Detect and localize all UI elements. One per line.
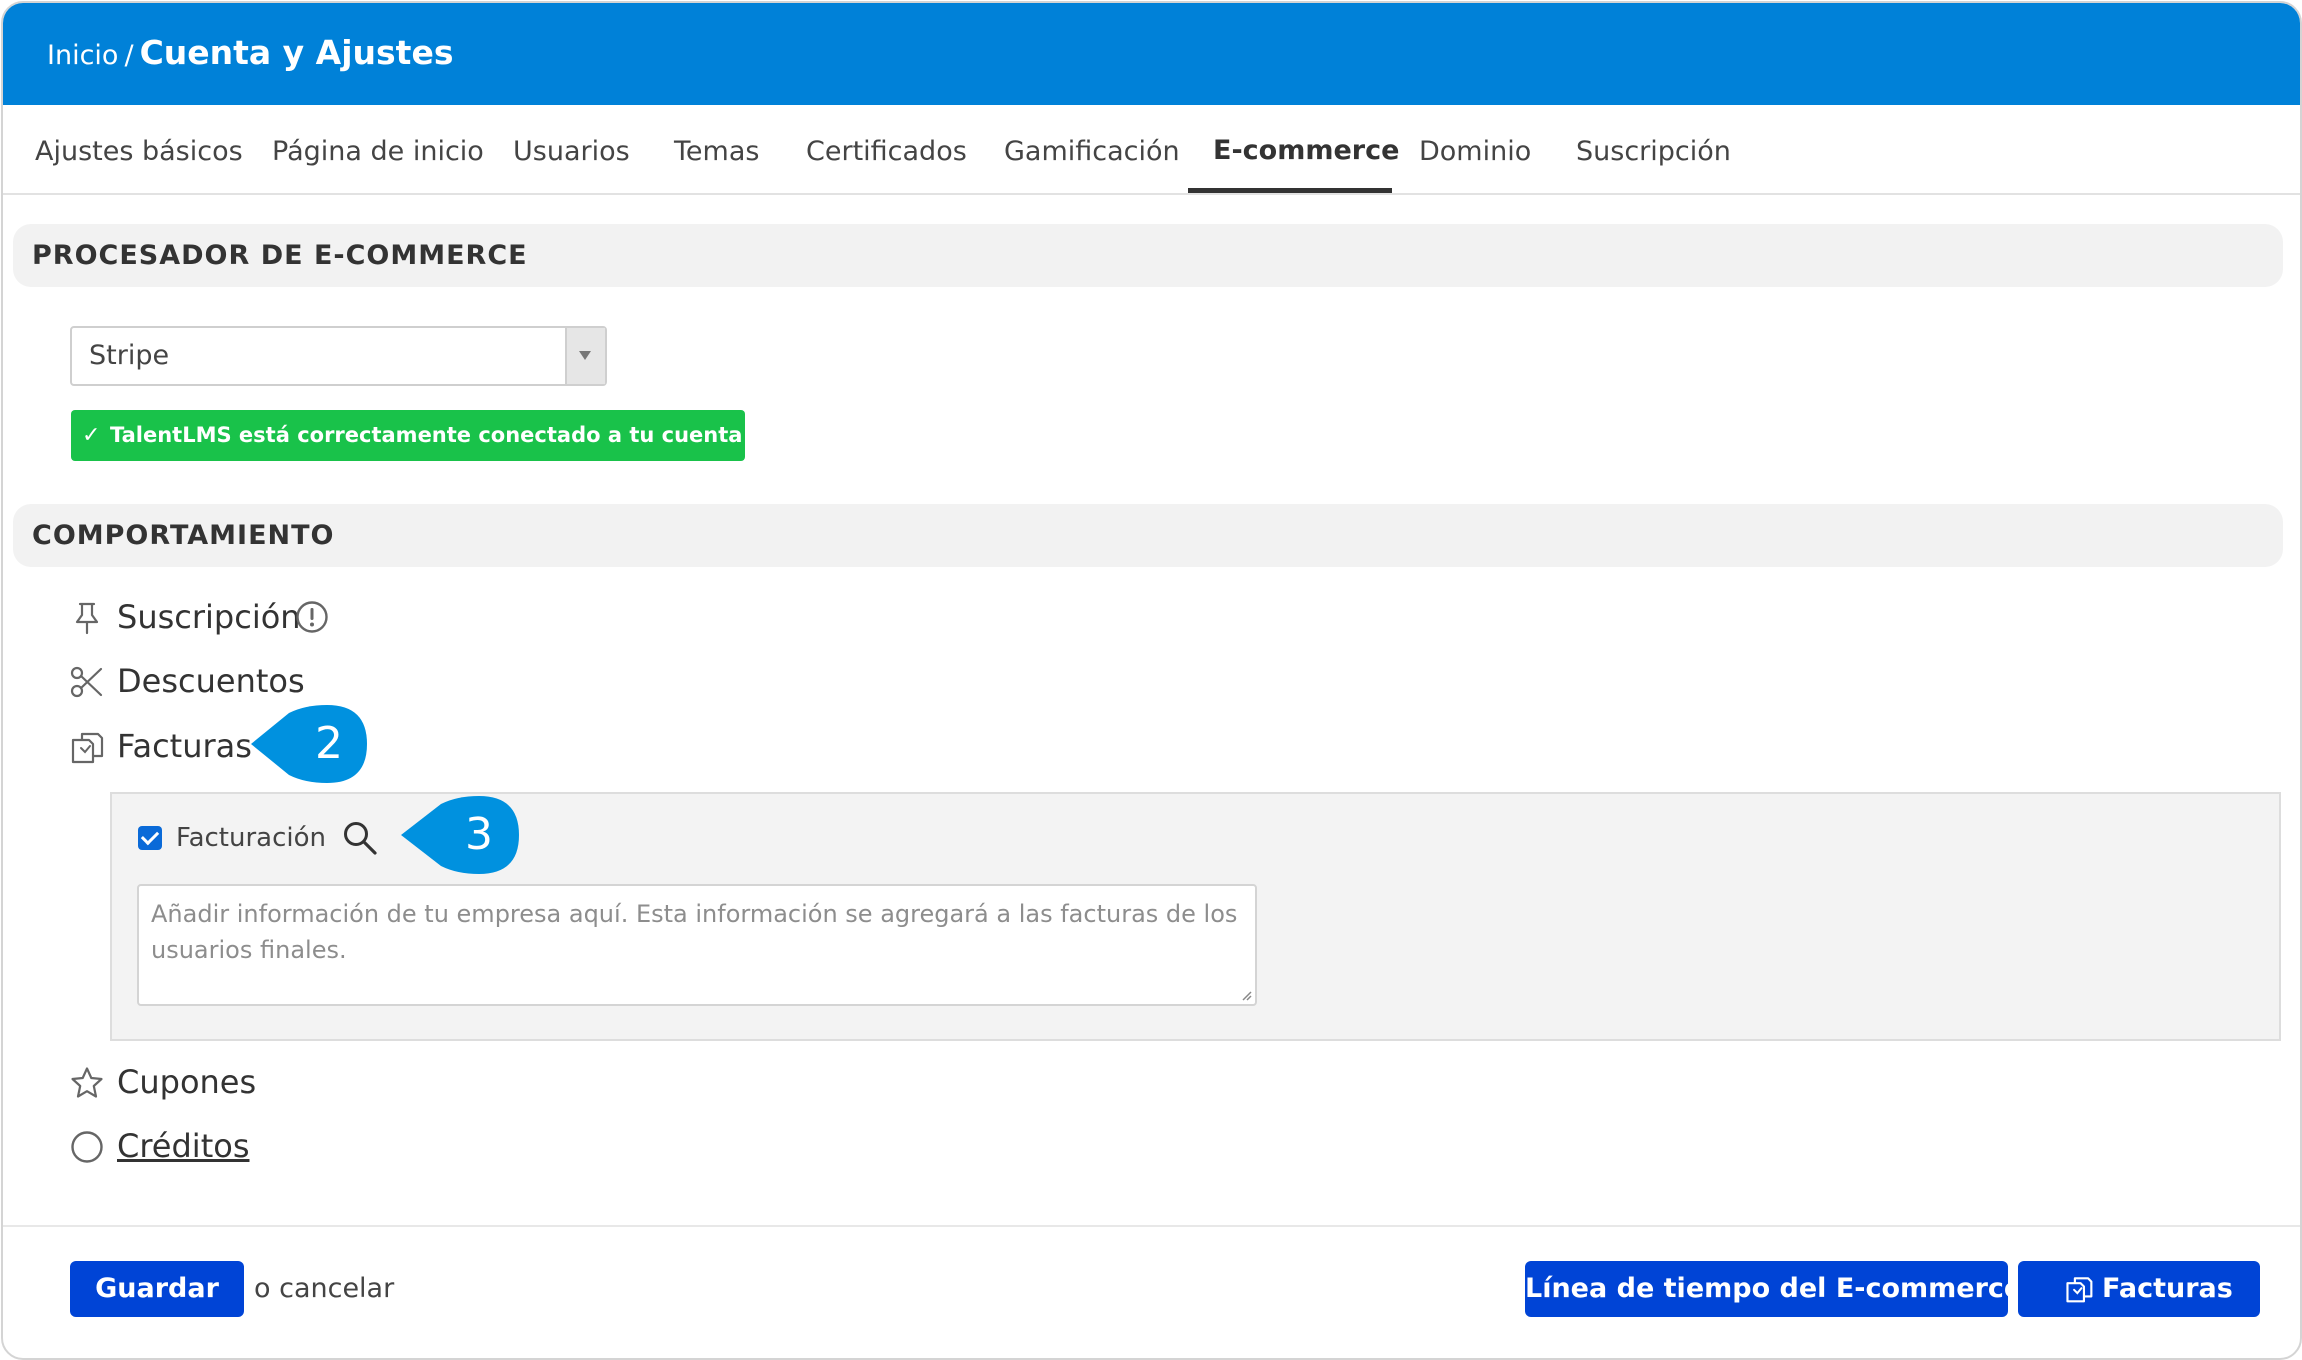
behavior-section-header: COMPORTAMIENTO <box>13 504 2283 567</box>
invoices-icon <box>2066 1277 2093 1303</box>
processor-select[interactable]: Stripe <box>70 326 607 386</box>
circle-icon <box>71 1131 103 1163</box>
page-title: Cuenta y Ajustes <box>139 33 454 72</box>
breadcrumb-home-link[interactable]: Inicio <box>47 40 118 71</box>
invoicing-checkbox[interactable] <box>138 826 162 850</box>
connection-status-badge: ✓ TalentLMS está correctamente conectado… <box>71 410 822 461</box>
page-header: Inicio / Cuenta y Ajustes <box>3 3 2300 105</box>
feature-coupons-label[interactable]: Cupones <box>117 1057 256 1107</box>
check-icon: ✓ <box>82 423 101 448</box>
cancel-link[interactable]: o cancelar <box>254 1261 394 1317</box>
feature-discounts-label[interactable]: Descuentos <box>117 656 305 706</box>
breadcrumb-separator: / <box>124 40 134 71</box>
feature-discounts[interactable]: Descuentos <box>70 656 330 706</box>
callout-3-number: 3 <box>465 809 493 860</box>
behavior-section-title: COMPORTAMIENTO <box>32 520 335 551</box>
company-info-placeholder: Añadir información de tu empresa aquí. E… <box>151 900 1238 964</box>
invoices-button-label: Facturas <box>2102 1273 2233 1304</box>
invoices-icon <box>71 732 104 764</box>
processor-section-title: PROCESADOR DE E-COMMERCE <box>32 240 528 271</box>
invoicing-checkbox-label[interactable]: Facturación <box>176 816 326 860</box>
tab-users[interactable]: Usuarios <box>513 105 630 193</box>
callout-2-number: 2 <box>315 718 343 769</box>
settings-window: Inicio / Cuenta y Ajustes Ajustes básicos … <box>1 1 2302 1360</box>
tab-themes[interactable]: Temas <box>674 105 759 193</box>
resize-grip-icon[interactable] <box>1240 989 1252 1001</box>
processor-section-header: PROCESADOR DE E-COMMERCE <box>13 224 2283 287</box>
tab-subscription[interactable]: Suscripción <box>1576 105 1731 193</box>
active-tab-indicator <box>1188 188 1392 193</box>
tab-gamification[interactable]: Gamificación <box>1004 105 1180 193</box>
tab-home-page[interactable]: Página de inicio <box>272 105 484 193</box>
pin-icon <box>75 602 99 635</box>
tab-ecommerce[interactable]: E-commerce <box>1213 105 1399 193</box>
tab-domain[interactable]: Dominio <box>1419 105 1531 193</box>
settings-tabs: Ajustes básicos Página de inicio Usuario… <box>3 105 2300 195</box>
scissors-icon <box>70 666 103 698</box>
search-icon[interactable] <box>342 820 378 856</box>
feature-invoices[interactable]: Facturas <box>70 721 270 771</box>
invoices-button[interactable]: Facturas <box>2018 1261 2260 1317</box>
feature-subscription-label[interactable]: Suscripción <box>117 592 301 642</box>
star-icon <box>71 1067 103 1098</box>
connection-status-text: TalentLMS está correctamente conectado a… <box>110 423 822 447</box>
breadcrumb: Inicio / Cuenta y Ajustes <box>47 31 453 78</box>
feature-coupons[interactable]: Cupones <box>70 1057 310 1107</box>
feature-invoices-label[interactable]: Facturas <box>117 721 252 771</box>
tab-basic-settings[interactable]: Ajustes básicos <box>35 105 243 193</box>
save-button[interactable]: Guardar <box>70 1261 244 1317</box>
feature-credits-label[interactable]: Créditos <box>117 1121 249 1171</box>
footer-divider <box>3 1225 2300 1227</box>
caret-down-icon <box>579 351 591 360</box>
feature-credits[interactable]: Créditos <box>70 1121 310 1171</box>
feature-subscription[interactable]: Suscripción <box>70 592 370 642</box>
info-icon[interactable] <box>295 600 329 634</box>
processor-select-value: Stripe <box>89 340 170 371</box>
company-info-textarea[interactable]: Añadir información de tu empresa aquí. E… <box>137 884 1257 1006</box>
tab-certificates[interactable]: Certificados <box>806 105 967 193</box>
select-toggle[interactable] <box>565 328 605 384</box>
ecommerce-timeline-button[interactable]: Línea de tiempo del E-commerce <box>1525 1261 2022 1317</box>
